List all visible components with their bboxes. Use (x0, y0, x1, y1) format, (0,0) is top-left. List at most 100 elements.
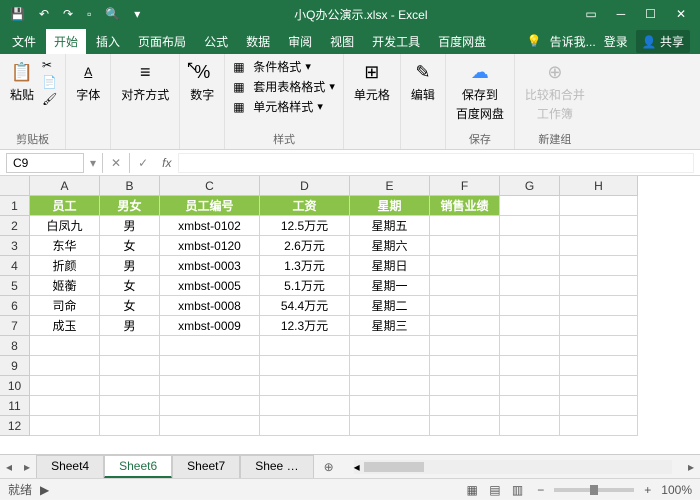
cell[interactable] (560, 336, 638, 356)
cell[interactable] (160, 356, 260, 376)
paste-button[interactable]: 📋 粘贴 (8, 58, 36, 105)
login-link[interactable]: 登录 (604, 33, 628, 50)
col-header[interactable]: H (560, 176, 638, 196)
cell[interactable] (500, 376, 560, 396)
cell[interactable] (260, 396, 350, 416)
cell[interactable]: 星期二 (350, 296, 430, 316)
cell[interactable] (560, 276, 638, 296)
row-header[interactable]: 1 (0, 196, 30, 216)
cell[interactable]: 12.3万元 (260, 316, 350, 336)
new-icon[interactable]: ▫ (87, 7, 91, 21)
cell[interactable] (350, 376, 430, 396)
record-icon[interactable]: ▶ (32, 483, 49, 497)
fx-icon[interactable]: fx (156, 156, 177, 170)
row-header[interactable]: 7 (0, 316, 30, 336)
qat-more-icon[interactable]: ▾ (134, 7, 140, 21)
cell[interactable]: 女 (100, 296, 160, 316)
cell[interactable]: 女 (100, 236, 160, 256)
cell[interactable] (100, 336, 160, 356)
cell[interactable] (430, 336, 500, 356)
cell[interactable] (160, 416, 260, 436)
col-header[interactable]: G (500, 176, 560, 196)
cell[interactable] (560, 256, 638, 276)
cell[interactable] (560, 416, 638, 436)
col-header[interactable]: C (160, 176, 260, 196)
cell[interactable] (430, 376, 500, 396)
cell[interactable]: xmbst-0009 (160, 316, 260, 336)
cell[interactable] (500, 356, 560, 376)
cells-button[interactable]: ⊞单元格 (352, 58, 392, 105)
row-header[interactable]: 6 (0, 296, 30, 316)
name-box[interactable]: C9 (6, 153, 84, 173)
tab-file[interactable]: 文件 (4, 29, 44, 54)
cell[interactable] (560, 196, 638, 216)
cell[interactable]: 54.4万元 (260, 296, 350, 316)
sheet-next-icon[interactable]: ▸ (18, 460, 36, 474)
minimize-icon[interactable]: ─ (617, 7, 626, 21)
cell[interactable]: 星期三 (350, 316, 430, 336)
cell[interactable] (350, 396, 430, 416)
cell[interactable]: xmbst-0102 (160, 216, 260, 236)
cell[interactable] (430, 356, 500, 376)
cell[interactable] (100, 396, 160, 416)
cell[interactable]: 男女 (100, 196, 160, 216)
align-button[interactable]: ≡对齐方式 (119, 58, 171, 105)
cell[interactable]: xmbst-0005 (160, 276, 260, 296)
zoom-in-icon[interactable]: + (644, 483, 651, 497)
cell[interactable]: 男 (100, 216, 160, 236)
cell[interactable]: 12.5万元 (260, 216, 350, 236)
cell[interactable]: 星期一 (350, 276, 430, 296)
row-header[interactable]: 12 (0, 416, 30, 436)
cell[interactable]: 星期六 (350, 236, 430, 256)
cell[interactable] (430, 316, 500, 336)
cell[interactable]: 折颜 (30, 256, 100, 276)
row-header[interactable]: 9 (0, 356, 30, 376)
cell[interactable] (30, 356, 100, 376)
compare-button[interactable]: ⊕比较和合并工作簿 (523, 58, 587, 124)
cell[interactable]: 工资 (260, 196, 350, 216)
cell[interactable] (500, 236, 560, 256)
tab-data[interactable]: 数据 (238, 29, 278, 54)
cell-style-button[interactable]: ▦单元格样式 ▾ (233, 98, 335, 115)
cell[interactable]: 5.1万元 (260, 276, 350, 296)
namebox-dd-icon[interactable]: ▾ (90, 156, 102, 170)
h-scrollbar[interactable]: ◂ (354, 460, 672, 474)
ribbon-opts-icon[interactable]: ▭ (585, 7, 596, 21)
cell[interactable] (30, 376, 100, 396)
scroll-left-icon[interactable]: ◂ (354, 460, 360, 474)
cell[interactable] (500, 316, 560, 336)
cell[interactable] (560, 236, 638, 256)
cell[interactable]: 2.6万元 (260, 236, 350, 256)
formula-bar[interactable] (178, 153, 695, 173)
col-header[interactable]: F (430, 176, 500, 196)
undo-icon[interactable]: ↶ (39, 7, 49, 21)
redo-icon[interactable]: ↷ (63, 7, 73, 21)
cell[interactable] (160, 336, 260, 356)
cell[interactable] (500, 396, 560, 416)
view-break-icon[interactable]: ▥ (508, 483, 527, 497)
row-header[interactable]: 5 (0, 276, 30, 296)
cut-icon[interactable]: ✂ (42, 58, 57, 72)
cell[interactable] (560, 376, 638, 396)
cell[interactable]: xmbst-0120 (160, 236, 260, 256)
row-header[interactable]: 11 (0, 396, 30, 416)
cell[interactable] (430, 236, 500, 256)
tab-dev[interactable]: 开发工具 (364, 29, 428, 54)
cell[interactable] (100, 376, 160, 396)
cell[interactable] (500, 416, 560, 436)
cell[interactable]: 员工编号 (160, 196, 260, 216)
cell[interactable] (430, 276, 500, 296)
cell[interactable]: 男 (100, 316, 160, 336)
cell[interactable] (430, 416, 500, 436)
accept-formula-icon[interactable]: ✓ (129, 153, 156, 173)
cell[interactable] (100, 416, 160, 436)
save-cloud-button[interactable]: ☁保存到百度网盘 (454, 58, 506, 124)
cell[interactable] (350, 416, 430, 436)
cell[interactable] (430, 296, 500, 316)
edit-button[interactable]: ✎编辑 (409, 58, 437, 105)
col-header[interactable]: B (100, 176, 160, 196)
sheet-tab[interactable]: Sheet4 (36, 455, 104, 478)
cell[interactable] (560, 396, 638, 416)
scroll-right-icon[interactable]: ▸ (682, 460, 700, 474)
tellme-text[interactable]: 告诉我... (550, 33, 596, 50)
